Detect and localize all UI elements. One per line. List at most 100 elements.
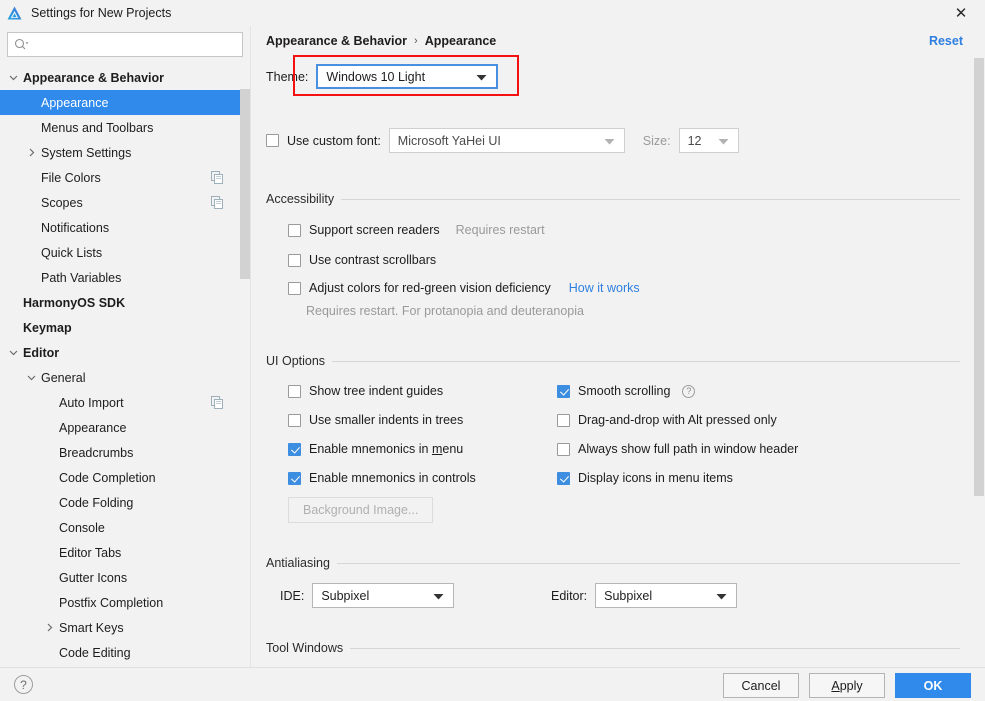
use-smaller-indents-checkbox[interactable]: Use smaller indents in trees xyxy=(288,413,463,427)
label-suffix: enu xyxy=(442,442,464,456)
sidebar-item-gutter-icons[interactable]: Gutter Icons xyxy=(0,565,240,590)
sidebar-item-smart-keys[interactable]: Smart Keys xyxy=(0,615,240,640)
sidebar-item-menus-and-toolbars[interactable]: Menus and Toolbars xyxy=(0,115,240,140)
copy-icon[interactable] xyxy=(211,196,224,209)
sidebar-item-scopes[interactable]: Scopes xyxy=(0,190,240,215)
sidebar-item-path-variables[interactable]: Path Variables xyxy=(0,265,240,290)
use-smaller-indents-label: Use smaller indents in trees xyxy=(309,413,464,427)
chevron-down-icon[interactable] xyxy=(26,372,37,383)
settings-content: Theme: Windows 10 Light Use custom font:… xyxy=(251,26,973,667)
sidebar-item-label: Editor xyxy=(23,345,60,360)
custom-font-dropdown[interactable]: Microsoft YaHei UI xyxy=(388,128,625,153)
sidebar-item-code-folding[interactable]: Code Folding xyxy=(0,490,240,515)
sidebar-item-quick-lists[interactable]: Quick Lists xyxy=(0,240,240,265)
chevron-down-icon xyxy=(716,589,727,603)
mnemonic-letter: m xyxy=(431,442,443,456)
sidebar-item-harmonyos-sdk[interactable]: HarmonyOS SDK xyxy=(0,290,240,315)
adjust-colors-checkbox[interactable]: Adjust colors for red-green vision defic… xyxy=(288,281,640,295)
main-scrollbar-thumb[interactable] xyxy=(974,58,984,496)
sidebar-item-system-settings[interactable]: System Settings xyxy=(0,140,240,165)
smooth-scrolling-checkbox[interactable]: Smooth scrolling ? xyxy=(557,384,696,398)
sidebar-item-postfix-completion[interactable]: Postfix Completion xyxy=(0,590,240,615)
ui-options-title: UI Options xyxy=(266,354,326,368)
checkbox-box xyxy=(288,442,301,456)
use-contrast-scrollbars-checkbox[interactable]: Use contrast scrollbars xyxy=(288,253,436,267)
sidebar-item-appearance-behavior[interactable]: Appearance & Behavior xyxy=(0,65,240,90)
use-custom-font-checkbox[interactable]: Use custom font: xyxy=(266,134,381,148)
sidebar-item-notifications[interactable]: Notifications xyxy=(0,215,240,240)
background-image-button[interactable]: Background Image... xyxy=(288,497,434,523)
tool-windows-title: Tool Windows xyxy=(266,641,344,655)
sidebar-item-breadcrumbs[interactable]: Breadcrumbs xyxy=(0,440,240,465)
theme-value: Windows 10 Light xyxy=(326,69,426,84)
editor-antialiasing-row: Editor: Subpixel xyxy=(551,583,738,608)
search-box[interactable] xyxy=(7,32,243,57)
close-icon[interactable]: ✕ xyxy=(949,2,973,24)
editor-antialiasing-label: Editor: xyxy=(551,588,588,603)
sidebar-item-keymap[interactable]: Keymap xyxy=(0,315,240,340)
enable-mnemonics-controls-label: Enable mnemonics in controls xyxy=(309,471,476,485)
enable-mnemonics-menu-checkbox[interactable]: Enable mnemonics in menu xyxy=(288,442,463,456)
sidebar-item-label: HarmonyOS SDK xyxy=(23,295,126,310)
editor-antialiasing-dropdown[interactable]: Subpixel xyxy=(595,583,738,608)
sidebar-item-label: Smart Keys xyxy=(59,620,124,635)
sidebar-item-label: Quick Lists xyxy=(41,245,103,260)
copy-icon[interactable] xyxy=(211,396,224,409)
sidebar-item-label: Path Variables xyxy=(41,270,122,285)
sidebar-item-general[interactable]: General xyxy=(0,365,240,390)
chevron-right-icon[interactable] xyxy=(26,147,37,158)
dialog-footer: ? Cancel Apply OK xyxy=(0,667,985,701)
always-show-full-path-checkbox[interactable]: Always show full path in window header xyxy=(557,442,798,456)
ide-antialiasing-label: IDE: xyxy=(280,588,305,603)
tool-windows-section-header: Tool Windows xyxy=(266,641,960,655)
chevron-down-icon[interactable] xyxy=(8,347,19,358)
font-size-dropdown[interactable]: 12 xyxy=(678,128,739,153)
sidebar-item-appearance[interactable]: Appearance xyxy=(0,415,240,440)
chevron-down-icon[interactable] xyxy=(8,72,19,83)
sidebar-item-label: Appearance & Behavior xyxy=(23,70,165,85)
antialiasing-section-header: Antialiasing xyxy=(266,556,960,570)
apply-button[interactable]: Apply xyxy=(809,673,885,698)
sidebar-item-code-completion[interactable]: Code Completion xyxy=(0,465,240,490)
show-tree-indent-guides-label: Show tree indent guides xyxy=(309,384,444,398)
copy-icon[interactable] xyxy=(211,171,224,184)
help-question-icon[interactable]: ? xyxy=(682,384,696,398)
sidebar-scrollbar-thumb[interactable] xyxy=(240,89,250,279)
sidebar-scrollbar-track[interactable] xyxy=(240,65,250,667)
sidebar-item-appearance[interactable]: Appearance xyxy=(0,90,250,115)
ok-button[interactable]: OK xyxy=(895,673,971,698)
sidebar-item-file-colors[interactable]: File Colors xyxy=(0,165,240,190)
show-tree-indent-guides-checkbox[interactable]: Show tree indent guides xyxy=(288,384,443,398)
sidebar-item-editor[interactable]: Editor xyxy=(0,340,240,365)
search-input[interactable] xyxy=(33,37,236,52)
ide-antialiasing-dropdown[interactable]: Subpixel xyxy=(312,583,455,608)
sidebar-item-label: Editor Tabs xyxy=(59,545,122,560)
how-it-works-link[interactable]: How it works xyxy=(569,281,640,295)
sidebar-item-code-editing[interactable]: Code Editing xyxy=(0,640,240,665)
drag-and-drop-alt-checkbox[interactable]: Drag-and-drop with Alt pressed only xyxy=(557,413,777,427)
sidebar-item-console[interactable]: Console xyxy=(0,515,240,540)
chevron-right-icon[interactable] xyxy=(44,622,55,633)
sidebar-item-auto-import[interactable]: Auto Import xyxy=(0,390,240,415)
sidebar-item-editor-tabs[interactable]: Editor Tabs xyxy=(0,540,240,565)
support-screen-readers-checkbox[interactable]: Support screen readers Requires restart xyxy=(288,223,545,237)
chevron-down-icon xyxy=(604,134,615,148)
cancel-button[interactable]: Cancel xyxy=(723,673,799,698)
use-custom-font-label: Use custom font: xyxy=(287,133,381,148)
section-rule xyxy=(336,562,960,564)
display-icons-menu-items-checkbox[interactable]: Display icons in menu items xyxy=(557,471,733,485)
theme-dropdown[interactable]: Windows 10 Light xyxy=(316,64,499,89)
main-scrollbar-track[interactable] xyxy=(974,26,985,667)
theme-row: Theme: Windows 10 Light xyxy=(266,64,499,89)
help-icon[interactable]: ? xyxy=(14,675,33,694)
sidebar-item-label: Breadcrumbs xyxy=(59,445,134,460)
enable-mnemonics-controls-checkbox[interactable]: Enable mnemonics in controls xyxy=(288,471,476,485)
drag-and-drop-alt-label: Drag-and-drop with Alt pressed only xyxy=(578,413,777,427)
ide-antialiasing-row: IDE: Subpixel xyxy=(280,583,455,608)
